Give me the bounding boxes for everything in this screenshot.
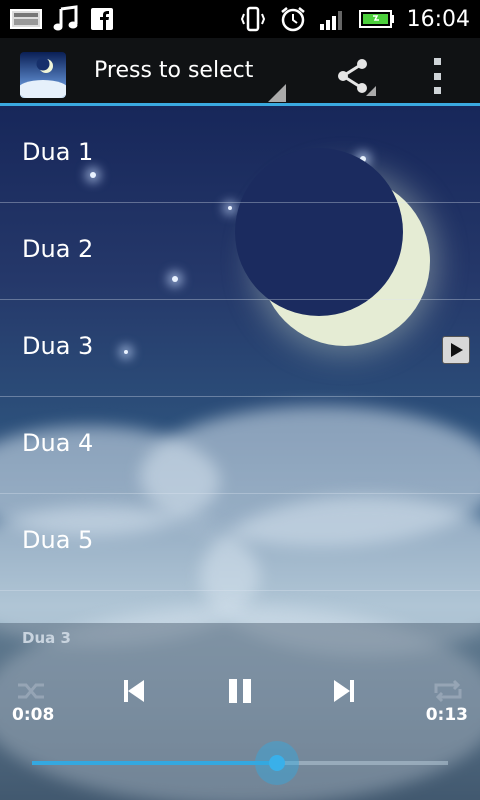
total-duration: 0:13	[425, 705, 468, 725]
vibrate-icon	[240, 6, 265, 32]
music-note-icon	[53, 5, 78, 31]
track-title: Dua 2	[22, 235, 94, 263]
repeat-icon[interactable]	[430, 673, 466, 709]
playlist-selector[interactable]: Press to select	[94, 58, 253, 83]
battery-icon	[358, 10, 394, 28]
next-icon[interactable]	[326, 673, 362, 709]
player-panel: Dua 3 0:08 0:13	[0, 623, 480, 800]
track-title: Dua 1	[22, 138, 94, 166]
system-icons: 16:04	[239, 5, 470, 33]
track-title: Dua 3	[22, 332, 94, 360]
track-title: Dua 5	[22, 526, 94, 554]
seek-thumb[interactable]	[255, 741, 300, 785]
notification-icons	[10, 5, 114, 33]
list-item[interactable]: Dua 2	[0, 203, 480, 300]
seek-bar[interactable]	[32, 741, 448, 785]
pause-icon[interactable]	[222, 673, 258, 709]
overflow-menu-icon[interactable]	[432, 58, 442, 94]
previous-icon[interactable]	[116, 673, 152, 709]
alarm-icon	[280, 7, 305, 32]
now-playing-title: Dua 3	[22, 629, 71, 647]
action-bar: Press to select	[0, 38, 480, 106]
status-bar: 16:04	[0, 0, 480, 38]
share-dropdown-indicator-icon	[366, 86, 376, 96]
shuffle-icon[interactable]	[14, 673, 50, 709]
list-item[interactable]: Dua 4	[0, 397, 480, 494]
clock: 16:04	[406, 6, 470, 32]
app-icon[interactable]	[20, 52, 66, 98]
list-item[interactable]: Dua 3	[0, 300, 480, 397]
elapsed-time: 0:08	[12, 705, 55, 725]
seek-progress	[32, 761, 278, 765]
list-item[interactable]: Dua 5	[0, 494, 480, 591]
facebook-icon	[91, 8, 113, 30]
list-item[interactable]: Dua 1	[0, 106, 480, 203]
screenshot-icon	[10, 9, 42, 29]
dropdown-indicator-icon	[268, 84, 286, 102]
track-title: Dua 4	[22, 429, 94, 457]
moon-icon	[20, 57, 66, 98]
playing-indicator-icon	[442, 336, 470, 364]
signal-icon	[319, 11, 342, 30]
